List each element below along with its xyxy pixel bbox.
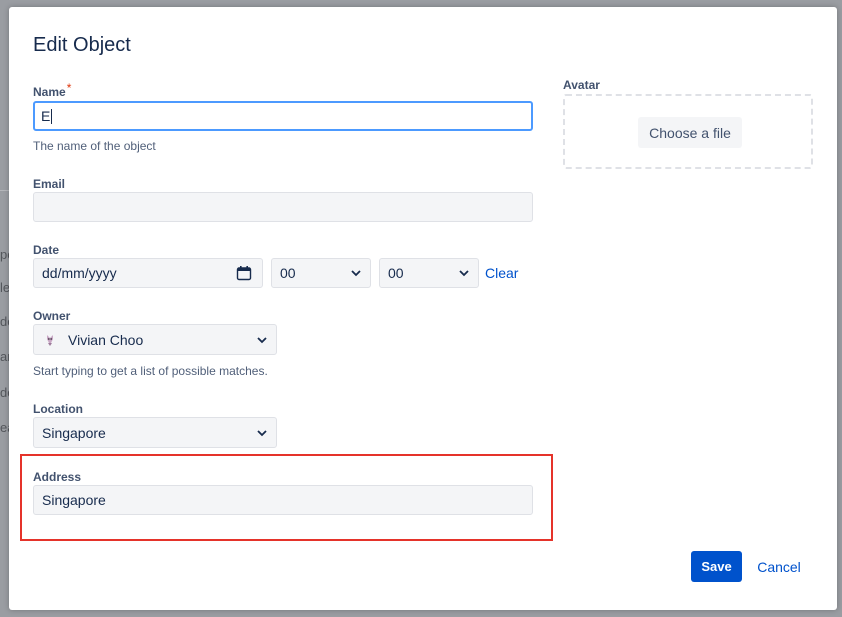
hour-value: 00	[280, 265, 296, 281]
location-label: Location	[33, 402, 83, 416]
email-field[interactable]	[33, 192, 533, 222]
calendar-icon[interactable]	[236, 265, 252, 281]
chevron-down-icon	[351, 270, 361, 277]
dialog-title: Edit Object	[33, 34, 131, 56]
chevron-down-icon	[459, 270, 469, 277]
user-avatar-icon	[42, 332, 58, 347]
date-input[interactable]: dd/mm/yyyy	[33, 258, 263, 288]
cancel-button[interactable]: Cancel	[751, 551, 807, 582]
name-input[interactable]: E	[33, 101, 533, 131]
name-label-text: Name	[33, 85, 66, 99]
name-help-text: The name of the object	[33, 139, 156, 153]
edit-object-dialog: Edit Object Name* E The name of the obje…	[9, 7, 837, 610]
owner-value: Vivian Choo	[68, 331, 144, 348]
chevron-down-icon	[257, 336, 267, 343]
owner-select[interactable]: Vivian Choo	[33, 324, 277, 355]
hour-select[interactable]: 00	[271, 258, 371, 288]
owner-label: Owner	[33, 309, 71, 323]
highlight-box	[20, 454, 553, 541]
save-button[interactable]: Save	[691, 551, 742, 582]
required-marker: *	[66, 81, 72, 95]
location-select[interactable]: Singapore	[33, 417, 277, 448]
date-label: Date	[33, 243, 60, 257]
name-input-value: E	[41, 108, 51, 124]
location-value: Singapore	[42, 424, 106, 441]
avatar-label: Avatar	[563, 78, 600, 92]
minute-select[interactable]: 00	[379, 258, 479, 288]
chevron-down-icon	[257, 429, 267, 436]
avatar-dropzone[interactable]: Choose a file	[563, 94, 813, 169]
minute-value: 00	[388, 265, 404, 281]
clear-date-link[interactable]: Clear	[485, 265, 518, 281]
text-cursor	[51, 108, 53, 124]
owner-help-text: Start typing to get a list of possible m…	[33, 364, 268, 378]
date-placeholder: dd/mm/yyyy	[42, 265, 117, 281]
choose-file-button[interactable]: Choose a file	[638, 117, 742, 148]
email-label: Email	[33, 177, 66, 191]
name-label: Name*	[33, 81, 71, 99]
